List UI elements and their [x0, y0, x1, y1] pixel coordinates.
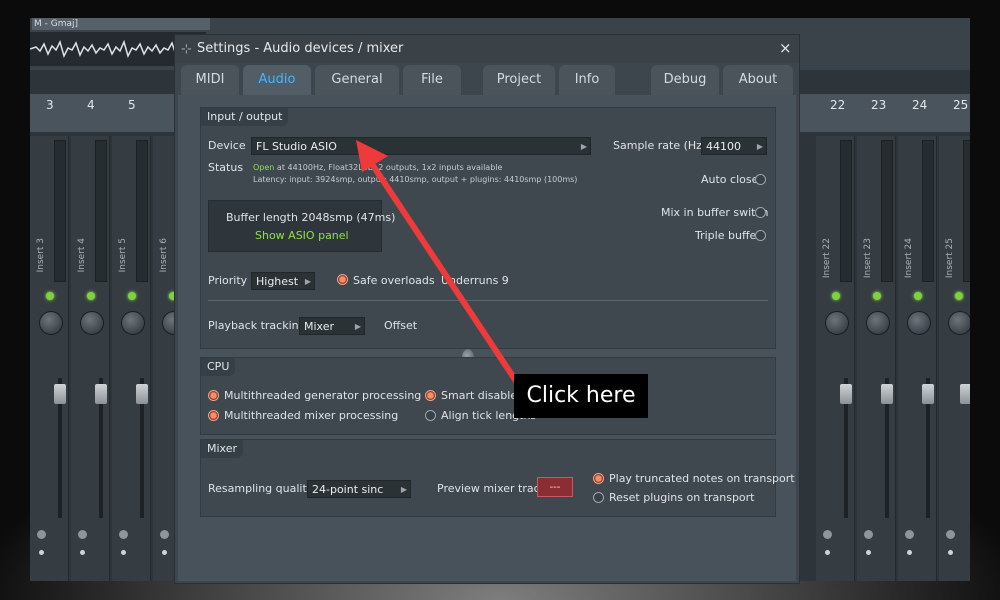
click-here-callout: Click here: [514, 374, 648, 418]
annotation-arrow: [356, 140, 521, 387]
arrow-shaft: [365, 155, 521, 387]
